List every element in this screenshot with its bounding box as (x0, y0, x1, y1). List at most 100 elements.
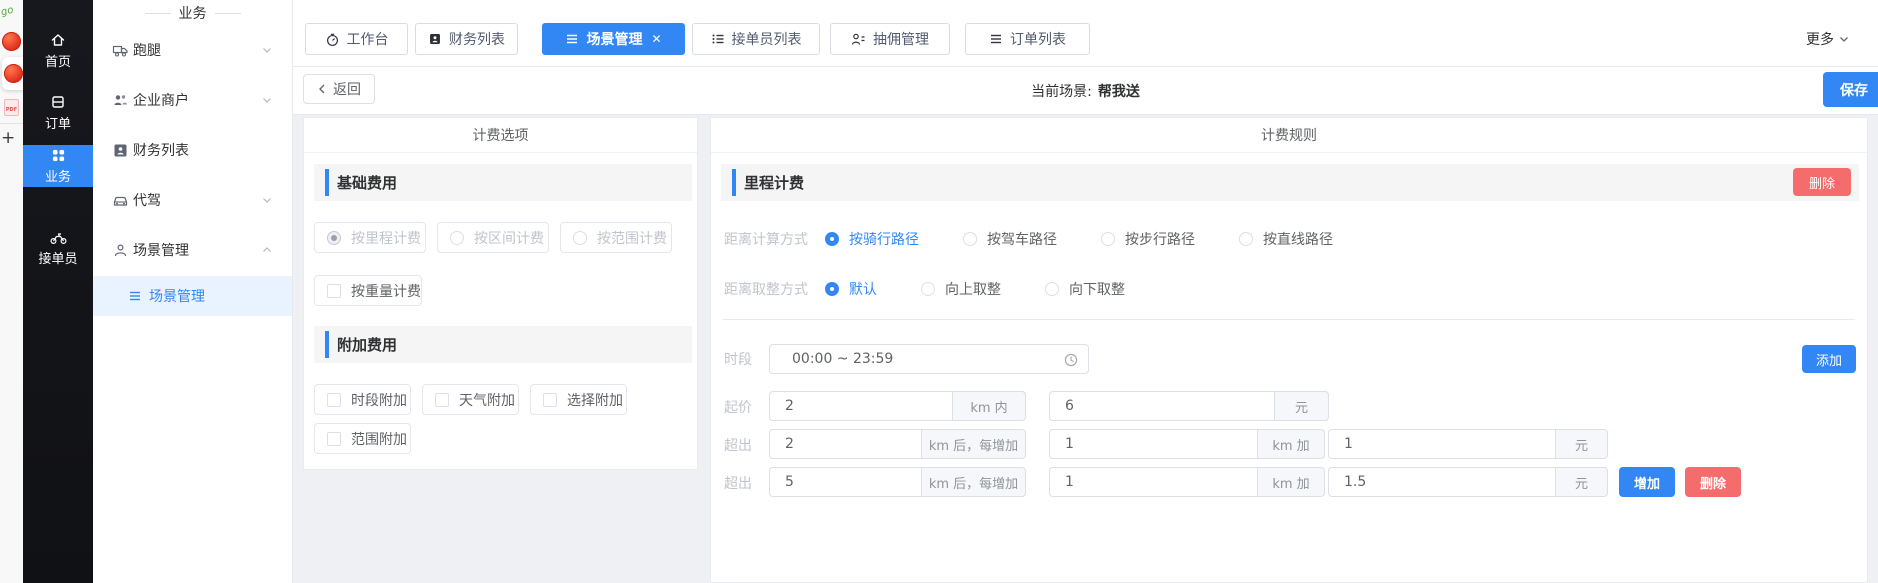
tab-label: 接单员列表 (732, 29, 802, 49)
sidebar-item-label: 首页 (45, 51, 71, 70)
tab-commission[interactable]: 抽佣管理 (830, 23, 950, 55)
menu-item-label: 财务列表 (133, 140, 189, 160)
tab-scene-management[interactable]: 场景管理 ✕ (542, 23, 685, 55)
base-amount-group: 元 (1049, 391, 1329, 421)
red-app-icon[interactable] (4, 64, 23, 83)
submenu-item-label: 场景管理 (149, 286, 205, 306)
radio-icon (1045, 282, 1059, 296)
radio-icon (825, 282, 839, 296)
row-label: 距离计算方式 (724, 229, 808, 249)
radio-round-down[interactable]: 向下取整 (1045, 279, 1125, 299)
current-scene: 当前场景: 帮我送 (293, 67, 1878, 115)
radio-round-up[interactable]: 向上取整 (921, 279, 1001, 299)
list-icon (128, 289, 142, 303)
sidebar-item-home[interactable]: 首页 (23, 30, 93, 72)
radio-icon (1101, 232, 1115, 246)
checkbox-icon (327, 284, 341, 298)
time-range-row: 时段 添加 (711, 344, 1867, 374)
add-time-button[interactable]: 添加 (1802, 345, 1856, 373)
exceed-step-input[interactable] (1049, 429, 1257, 459)
main-sidebar: 首页 订单 业务 接单员 (23, 0, 93, 583)
tab-bar: 工作台 财务列表 场景管理 ✕ 接单员列表 抽佣管理 (293, 0, 1878, 67)
more-dropdown[interactable]: 更多 (1806, 29, 1850, 49)
base-distance-input[interactable] (769, 391, 952, 421)
checkbox-range-extra[interactable]: 范围附加 (314, 423, 411, 454)
close-icon[interactable]: ✕ (651, 32, 661, 46)
pdf-file-icon[interactable]: PDF (4, 99, 19, 116)
exceed-step-group: km 加 (1049, 467, 1325, 497)
list-bullets-icon (711, 32, 725, 46)
time-range-value[interactable] (792, 345, 1042, 373)
exceed-price-row-1: 超出 km 后，每增加 km 加 元 (711, 429, 1867, 459)
time-range-input[interactable] (769, 344, 1089, 374)
radio-icon (825, 232, 839, 246)
tab-order-list[interactable]: 订单列表 (965, 23, 1090, 55)
radio-by-range[interactable]: 按范围计费 (560, 222, 672, 253)
unit-km-add: km 加 (1257, 429, 1325, 459)
sidebar-item-rider[interactable]: 接单员 (23, 227, 93, 269)
exceed-distance-input[interactable] (769, 429, 921, 459)
extra-fee-row-2: 范围附加 (314, 423, 411, 454)
weight-fee-row: 按重量计费 (314, 275, 422, 306)
exceed-amount-input[interactable] (1328, 429, 1555, 459)
unit-yuan: 元 (1555, 467, 1608, 497)
exceed-amount-group: 元 (1328, 467, 1608, 497)
plus-icon[interactable]: + (1, 128, 15, 148)
dashboard-clock-icon (325, 32, 340, 47)
exceed-distance-input[interactable] (769, 467, 921, 497)
add-tier-button[interactable]: 增加 (1619, 467, 1675, 497)
radio-by-interval[interactable]: 按区间计费 (437, 222, 549, 253)
tab-label: 工作台 (347, 29, 389, 49)
red-app-icon[interactable] (2, 32, 21, 51)
sidebar-item-business[interactable]: 业务 (23, 145, 93, 187)
menu-item-finance[interactable]: 财务列表 (93, 138, 292, 162)
unit-km-after-each: km 后，每增加 (921, 429, 1026, 459)
tab-rider-list[interactable]: 接单员列表 (692, 23, 820, 55)
section-title: 附加费用 (337, 326, 397, 363)
background-window-strip: go PDF + (0, 0, 23, 583)
sidebar-item-orders[interactable]: 订单 (23, 92, 93, 134)
row-label: 超出 (724, 473, 752, 493)
tab-label: 财务列表 (449, 29, 505, 49)
tab-label: 订单列表 (1010, 29, 1066, 49)
billing-rules-panel: 计费规则 里程计费 删除 距离计算方式 按骑行路径 按驾车路径 (710, 117, 1868, 583)
scene-label: 当前场景: (1031, 81, 1092, 101)
base-amount-input[interactable] (1049, 391, 1274, 421)
submenu-item-scene-management[interactable]: 场景管理 (93, 276, 292, 316)
exceed-amount-input[interactable] (1328, 467, 1555, 497)
checkbox-by-weight[interactable]: 按重量计费 (314, 275, 422, 306)
checkbox-time-extra[interactable]: 时段附加 (314, 384, 411, 415)
radio-straight-route[interactable]: 按直线路径 (1239, 229, 1333, 249)
radio-driving-route[interactable]: 按驾车路径 (963, 229, 1057, 249)
chevron-up-icon (261, 244, 273, 256)
exceed-step-group: km 加 (1049, 429, 1325, 459)
exceed-step-input[interactable] (1049, 467, 1257, 497)
more-label: 更多 (1806, 29, 1834, 49)
radio-round-default[interactable]: 默认 (825, 279, 877, 299)
partial-logo: go (0, 5, 15, 19)
checkbox-select-extra[interactable]: 选择附加 (530, 384, 627, 415)
card-person-icon (112, 142, 129, 159)
delete-tier-button[interactable]: 删除 (1685, 467, 1741, 497)
tab-finance-list[interactable]: 财务列表 (415, 23, 518, 55)
radio-walking-route[interactable]: 按步行路径 (1101, 229, 1195, 249)
menu-item-scene[interactable]: 场景管理 (93, 238, 292, 262)
menu-item-enterprise[interactable]: 企业商户 (93, 88, 292, 112)
radio-riding-route[interactable]: 按骑行路径 (825, 229, 919, 249)
radio-by-mileage[interactable]: 按里程计费 (314, 222, 426, 253)
menu-item-errand[interactable]: 跑腿 (93, 38, 292, 62)
bankcard-icon (428, 32, 442, 46)
row-label: 时段 (724, 349, 752, 369)
save-button[interactable]: 保存 (1823, 72, 1878, 107)
row-label: 起价 (724, 397, 752, 417)
delete-rule-button[interactable]: 删除 (1793, 168, 1851, 196)
exceed-distance-group: km 后，每增加 (769, 429, 1026, 459)
tab-workbench[interactable]: 工作台 (305, 23, 408, 55)
checkbox-weather-extra[interactable]: 天气附加 (422, 384, 519, 415)
menu-item-label: 跑腿 (133, 40, 161, 60)
list-icon (989, 32, 1003, 46)
radio-icon (921, 282, 935, 296)
red-app-icon-card[interactable] (2, 57, 23, 90)
menu-item-driving[interactable]: 代驾 (93, 188, 292, 212)
unit-km-after-each: km 后，每增加 (921, 467, 1026, 497)
